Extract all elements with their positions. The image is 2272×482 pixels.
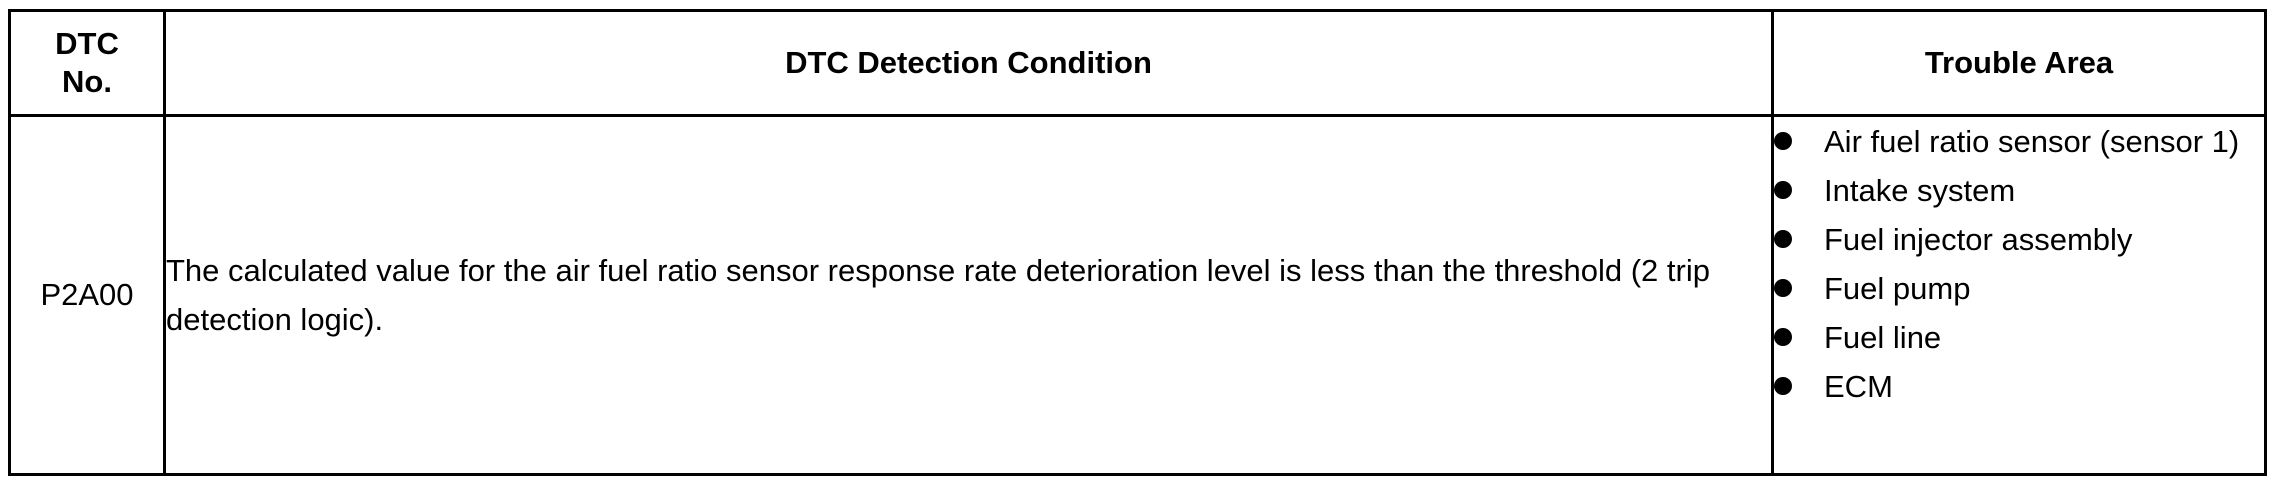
trouble-area-item: ECM	[1824, 369, 1893, 404]
page: DTC No. DTC Detection Condition Trouble …	[0, 0, 2272, 482]
trouble-area-cell: Air fuel ratio sensor (sensor 1) Intake …	[1771, 114, 2267, 476]
bullet-icon	[1774, 279, 1792, 297]
list-item: ECM	[1774, 362, 2264, 411]
dtc-code-cell: P2A00	[8, 114, 166, 476]
bullet-icon	[1774, 377, 1792, 395]
detection-condition-text: The calculated value for the air fuel ra…	[166, 253, 1710, 337]
header-trouble-area-label: Trouble Area	[1924, 45, 2114, 80]
bullet-icon	[1774, 230, 1792, 248]
trouble-area-item: Fuel injector assembly	[1824, 222, 2133, 257]
bullet-icon	[1774, 181, 1792, 199]
list-item: Intake system	[1774, 166, 2264, 215]
trouble-area-item: Intake system	[1824, 173, 2016, 208]
bullet-icon	[1774, 132, 1792, 150]
list-item: Fuel line	[1774, 313, 2264, 362]
list-item: Fuel injector assembly	[1774, 215, 2264, 264]
list-item: Fuel pump	[1774, 264, 2264, 313]
header-trouble-area: Trouble Area	[1771, 9, 2267, 117]
table-row: P2A00 The calculated value for the air f…	[8, 114, 2267, 476]
header-detection-condition: DTC Detection Condition	[163, 9, 1774, 117]
list-item: Air fuel ratio sensor (sensor 1)	[1774, 117, 2264, 166]
header-detection-condition-label: DTC Detection Condition	[785, 45, 1152, 80]
table-header-row: DTC No. DTC Detection Condition Trouble …	[8, 9, 2267, 117]
trouble-area-item: Air fuel ratio sensor (sensor 1)	[1824, 124, 2240, 159]
header-dtc-no-label: DTC No.	[55, 26, 119, 99]
dtc-code: P2A00	[40, 277, 134, 312]
detection-condition-cell: The calculated value for the air fuel ra…	[163, 114, 1774, 476]
trouble-area-item: Fuel line	[1824, 320, 1942, 355]
header-dtc-no: DTC No.	[8, 9, 166, 117]
bullet-icon	[1774, 328, 1792, 346]
trouble-area-item: Fuel pump	[1824, 271, 1971, 306]
trouble-area-list: Air fuel ratio sensor (sensor 1) Intake …	[1774, 117, 2264, 411]
dtc-table: DTC No. DTC Detection Condition Trouble …	[8, 9, 2267, 476]
